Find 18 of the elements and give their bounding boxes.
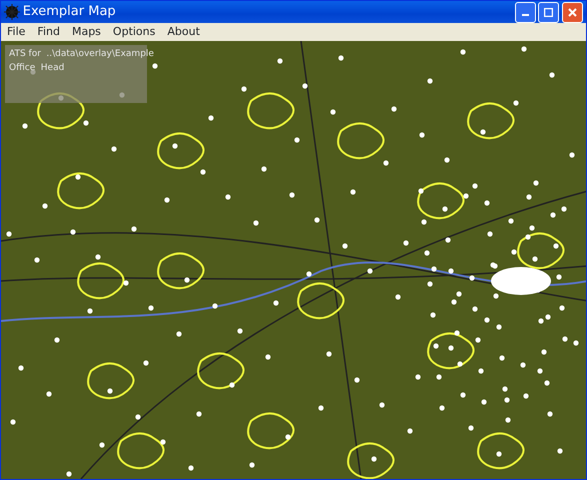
maximize-icon [544,8,554,16]
app-icon [4,4,20,20]
maximize-button[interactable] [538,2,560,22]
menu-item[interactable]: Find [31,22,66,42]
info-label: Office [9,62,36,74]
minimize-button[interactable] [514,2,536,22]
window-title: Exemplar Map [22,3,116,22]
menu-item[interactable]: Maps [66,22,107,42]
minimize-icon [522,14,528,16]
close-button[interactable] [562,2,583,22]
menu-item[interactable]: Options [106,22,162,42]
menu-item[interactable]: File [1,22,32,42]
menu-item[interactable]: About [161,22,206,42]
close-icon [568,8,577,16]
info-value: Head [40,62,64,74]
info-label: ATS for [9,48,41,61]
info-value: ..\data\overlay\Example [46,48,154,61]
map-drawing[interactable] [1,41,586,479]
